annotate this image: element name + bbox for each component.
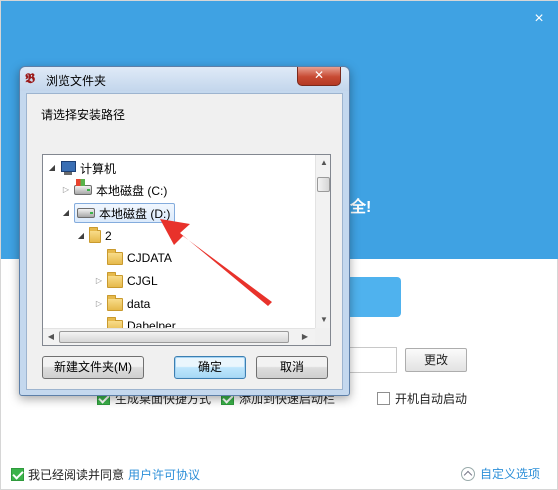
cancel-button[interactable]: 取消 xyxy=(256,356,328,379)
change-path-button[interactable]: 更改 xyxy=(405,348,467,372)
dialog-close-button[interactable]: ✕ xyxy=(297,67,341,86)
agree-checkbox[interactable] xyxy=(11,468,24,481)
installer-close-icon[interactable]: × xyxy=(529,9,549,29)
scroll-left-icon[interactable]: ◀ xyxy=(46,332,56,341)
browse-folder-dialog: 𝕭 浏览文件夹 ✕ 请选择安装路径 ◢ 计算机 ▷ 本地磁盘 (C:) ◢ 本地… xyxy=(19,66,350,396)
ok-button[interactable]: 确定 xyxy=(174,356,246,379)
tree-item-label: 2 xyxy=(105,229,112,243)
folder-icon xyxy=(107,271,123,288)
scroll-right-icon[interactable]: ▶ xyxy=(300,332,310,341)
tree-item-label: CJDATA xyxy=(127,251,172,265)
tree-item-drive-c[interactable]: ▷ 本地磁盘 (C:) xyxy=(61,179,168,200)
custom-options-link[interactable]: 自定义选项 xyxy=(461,465,540,482)
tree-item-label: data xyxy=(127,297,151,311)
dialog-titlebar[interactable]: 𝕭 浏览文件夹 ✕ xyxy=(20,67,349,91)
agree-row: 我已经阅读并同意 用户许可协议 xyxy=(11,466,200,483)
tree-item-label: CJGL xyxy=(127,274,158,288)
tree-item-label: 计算机 xyxy=(80,161,117,176)
folder-tree[interactable]: ◢ 计算机 ▷ 本地磁盘 (C:) ◢ 本地磁盘 (D:) ◢ 2 CJDATA… xyxy=(42,154,331,346)
vertical-scrollbar[interactable]: ▲ ▼ xyxy=(315,155,330,328)
tree-item-cjdata[interactable]: CJDATA xyxy=(94,248,172,268)
tree-item-label: 本地磁盘 (D:) xyxy=(99,206,171,221)
folder-icon xyxy=(107,248,123,265)
tree-item-computer[interactable]: ◢ 计算机 xyxy=(47,158,116,178)
tree-item-folder-2[interactable]: ◢ 2 xyxy=(76,226,112,246)
tree-item-drive-d-selection[interactable]: 本地磁盘 (D:) xyxy=(74,203,176,223)
expanded-arrow-icon[interactable]: ◢ xyxy=(76,231,86,241)
chevron-up-icon xyxy=(461,466,475,481)
tree-item-data[interactable]: ▷ data xyxy=(94,294,150,314)
folder-open-icon xyxy=(89,226,101,243)
scroll-up-icon[interactable]: ▲ xyxy=(319,158,329,167)
tree-item-cjgl[interactable]: ▷ CJGL xyxy=(94,271,158,291)
no-expander xyxy=(94,253,104,263)
collapsed-arrow-icon[interactable]: ▷ xyxy=(94,276,104,286)
tree-item-label: 本地磁盘 (C:) xyxy=(96,183,168,198)
app-logo-icon: 𝕭 xyxy=(25,71,35,87)
custom-options-label: 自定义选项 xyxy=(480,467,541,481)
collapsed-arrow-icon[interactable]: ▷ xyxy=(94,299,104,309)
installer-slogan: 全! xyxy=(350,199,372,216)
autostart-label: 开机自动启动 xyxy=(395,391,468,406)
agree-text: 我已经阅读并同意 xyxy=(28,468,125,482)
vertical-scroll-thumb[interactable] xyxy=(317,177,330,192)
dialog-prompt: 请选择安装路径 xyxy=(41,108,126,122)
dialog-title: 浏览文件夹 xyxy=(46,74,107,88)
expanded-arrow-icon[interactable]: ◢ xyxy=(61,208,71,218)
horizontal-scrollbar[interactable]: ◀ ▶ xyxy=(43,328,315,345)
new-folder-button[interactable]: 新建文件夹(M) xyxy=(42,356,144,379)
tree-item-drive-d[interactable]: ◢ 本地磁盘 (D:) xyxy=(61,203,176,223)
horizontal-scroll-thumb[interactable] xyxy=(59,331,289,343)
option-autostart[interactable]: 开机自动启动 xyxy=(377,390,467,406)
windows-drive-icon xyxy=(74,179,92,195)
dialog-body: 请选择安装路径 ◢ 计算机 ▷ 本地磁盘 (C:) ◢ 本地磁盘 (D:) ◢ xyxy=(26,93,343,390)
license-link[interactable]: 用户许可协议 xyxy=(128,466,200,483)
scrollbar-corner xyxy=(315,328,330,345)
computer-icon xyxy=(60,161,76,175)
drive-icon xyxy=(77,208,95,218)
scroll-down-icon[interactable]: ▼ xyxy=(319,315,329,324)
expanded-arrow-icon[interactable]: ◢ xyxy=(47,163,57,173)
folder-icon xyxy=(107,294,123,311)
collapsed-arrow-icon[interactable]: ▷ xyxy=(61,185,71,195)
autostart-checkbox[interactable] xyxy=(377,391,390,405)
